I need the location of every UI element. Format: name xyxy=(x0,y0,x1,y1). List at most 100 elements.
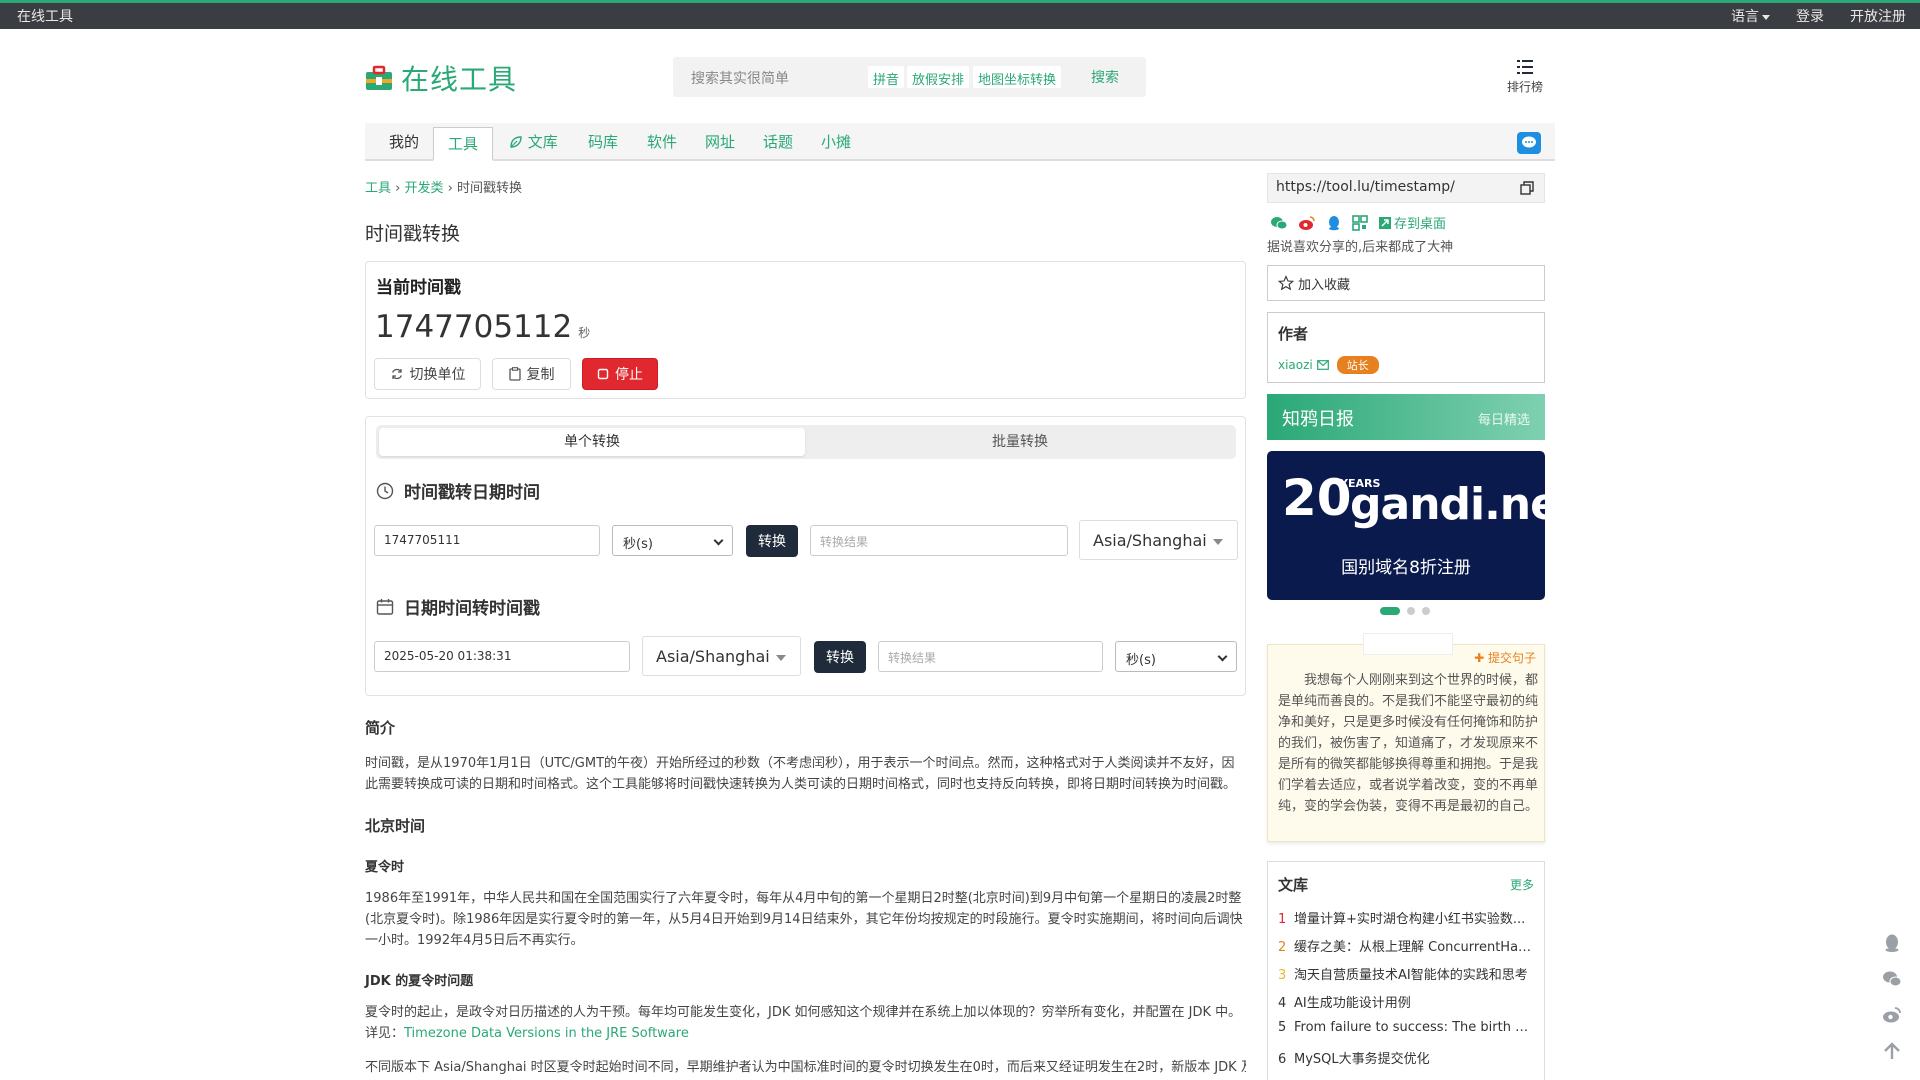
list-item-title: MySQL大事务提交优化 xyxy=(1294,1052,1430,1067)
dst-text: 1986年至1991年，中华人民共和国在全国范围实行了六年夏令时，每年从4月中旬… xyxy=(365,891,1243,948)
convert-mode-tabs: 单个转换 批量转换 xyxy=(376,425,1236,459)
author-name[interactable]: xiaozi xyxy=(1278,358,1313,372)
library-more-link[interactable]: 更多 xyxy=(1510,876,1534,893)
list-item[interactable]: 2 缓存之美：从根上理解 ConcurrentHas... xyxy=(1278,936,1533,955)
list-item[interactable]: 1 增量计算+实时湖仓构建小红书实验数... xyxy=(1278,908,1533,927)
gandi-ad-banner[interactable]: 20 YEARS gandi.net 国别域名8折注册 xyxy=(1267,451,1545,600)
list-item[interactable]: 4 AI生成功能设计用例 xyxy=(1278,992,1533,1011)
carousel-dot[interactable] xyxy=(1380,607,1400,615)
qq-icon[interactable] xyxy=(1326,215,1342,231)
quote-card: ✚ 提交句子 我想每个人刚刚来到这个世界的时候，都是单纯而善良的。不是我们不能坚… xyxy=(1267,633,1545,842)
ts-result-output[interactable]: 转换结果 xyxy=(810,525,1068,556)
author-badge: 站长 xyxy=(1336,356,1379,374)
ts-timezone-select[interactable]: Asia/Shanghai xyxy=(1079,520,1238,560)
date-timezone-select[interactable]: Asia/Shanghai xyxy=(642,636,801,676)
list-item-title: AI生成功能设计用例 xyxy=(1294,996,1411,1011)
chevron-down-icon xyxy=(713,535,724,546)
login-link[interactable]: 登录 xyxy=(1796,6,1824,26)
timestamp-input[interactable]: 1747705111 xyxy=(374,525,600,556)
tab-stall[interactable]: 小摊 xyxy=(821,131,851,152)
tab-code[interactable]: 码库 xyxy=(588,131,618,152)
ad-brand: gandi.net xyxy=(1350,479,1545,530)
list-item-title: 淘天自营质量技术AI智能体的实践和思考 xyxy=(1294,968,1528,983)
intro-heading: 简介 xyxy=(365,719,396,737)
rank-button[interactable]: 排行榜 xyxy=(1503,59,1547,95)
ts-to-date-title: 时间戳转日期时间 xyxy=(404,483,540,503)
tab-mine[interactable]: 我的 xyxy=(389,131,419,152)
list-item[interactable]: 3 淘天自营质量技术AI智能体的实践和思考 xyxy=(1278,964,1533,983)
language-label: 语言 xyxy=(1731,9,1759,25)
search-input[interactable]: 搜索其实很简单 xyxy=(691,68,789,88)
jdk-paragraph: 夏令时的起止，是政令对日历描述的人为干预。每年均可能发生变化，JDK 如何感知这… xyxy=(365,1002,1246,1044)
tab-single-convert[interactable]: 单个转换 xyxy=(379,428,805,456)
language-menu[interactable]: 语言 xyxy=(1731,6,1770,26)
refresh-icon xyxy=(391,368,402,380)
switch-unit-button[interactable]: 切换单位 xyxy=(374,358,481,390)
save-desktop-link[interactable]: 存到桌面 xyxy=(1378,213,1446,232)
current-timestamp-value: 1747705112 xyxy=(375,309,573,345)
tab-topics[interactable]: 话题 xyxy=(763,131,793,152)
chat-button[interactable] xyxy=(1517,132,1541,154)
date-convert-button[interactable]: 转换 xyxy=(814,641,866,673)
weibo-icon[interactable] xyxy=(1298,215,1316,231)
current-timestamp-display: 1747705112 秒 xyxy=(375,309,590,345)
site-logo[interactable]: 在线工具 xyxy=(365,58,517,98)
date-unit-select[interactable]: 秒(s) xyxy=(1115,641,1237,672)
date-to-ts-heading: 日期时间转时间戳 xyxy=(376,594,540,619)
breadcrumb-dev[interactable]: 开发类 xyxy=(404,181,443,196)
tab-sites[interactable]: 网址 xyxy=(705,131,735,152)
plus-icon: ✚ xyxy=(1474,651,1488,665)
list-item-number: 4 xyxy=(1278,996,1287,1011)
hot-link-holiday[interactable]: 放假安排 xyxy=(907,66,970,88)
hot-link-pinyin[interactable]: 拼音 xyxy=(868,66,905,88)
search-button[interactable]: 搜索 xyxy=(1091,67,1119,87)
breadcrumb-current: 时间戳转换 xyxy=(456,181,522,196)
switch-unit-label: 切换单位 xyxy=(409,367,466,383)
jdk-heading: JDK 的夏令时问题 xyxy=(365,974,474,989)
tab-tools[interactable]: 工具 xyxy=(433,127,494,161)
mail-icon[interactable] xyxy=(1316,360,1329,370)
carousel-dot[interactable] xyxy=(1407,607,1415,615)
add-favorite-button[interactable]: 加入收藏 xyxy=(1267,265,1545,301)
date-result-output[interactable]: 转换结果 xyxy=(878,641,1103,672)
ts-unit-select[interactable]: 秒(s) xyxy=(612,525,733,556)
external-link-icon xyxy=(1379,216,1391,229)
wechat-icon[interactable] xyxy=(1882,969,1902,989)
page-url-field[interactable]: https://tool.lu/timestamp/ xyxy=(1267,173,1545,203)
leaf-icon xyxy=(510,136,522,148)
search-box[interactable]: 搜索其实很简单 拼音 放假安排 地图坐标转换 搜索 xyxy=(673,57,1146,97)
list-item-title: 缓存之美：从根上理解 ConcurrentHas... xyxy=(1294,940,1533,955)
jdk-timezone-link[interactable]: Timezone Data Versions in the JRE Softwa… xyxy=(404,1026,689,1041)
breadcrumb-tools[interactable]: 工具 xyxy=(365,181,391,196)
author-heading: 作者 xyxy=(1278,325,1309,343)
stop-label: 停止 xyxy=(615,367,643,383)
list-item[interactable]: 6 MySQL大事务提交优化 xyxy=(1278,1048,1533,1067)
top-site-name[interactable]: 在线工具 xyxy=(17,6,73,26)
copy-button[interactable]: 复制 xyxy=(492,358,571,390)
ts-convert-button[interactable]: 转换 xyxy=(746,525,798,557)
register-link[interactable]: 开放注册 xyxy=(1850,6,1906,26)
breadcrumb: 工具 › 开发类 › 时间戳转换 xyxy=(365,181,522,196)
top-bar: 在线工具 语言 登录 开放注册 xyxy=(0,0,1920,29)
tab-batch-convert[interactable]: 批量转换 xyxy=(807,428,1233,456)
stop-button[interactable]: 停止 xyxy=(582,358,658,390)
hot-link-coordinate[interactable]: 地图坐标转换 xyxy=(973,66,1062,88)
carousel-dot[interactable] xyxy=(1422,607,1430,615)
quote-tab xyxy=(1363,633,1453,655)
tab-software[interactable]: 软件 xyxy=(647,131,677,152)
submit-quote-link[interactable]: ✚ 提交句子 xyxy=(1474,649,1536,666)
back-to-top-icon[interactable] xyxy=(1882,1041,1902,1061)
logo-text: 在线工具 xyxy=(401,63,518,96)
tab-library[interactable]: 文库 xyxy=(509,131,558,152)
ts-unit-value: 秒(s) xyxy=(623,537,653,552)
copy-icon[interactable] xyxy=(1520,181,1534,195)
list-icon xyxy=(1517,60,1533,74)
daily-banner[interactable]: 知鸦日报 每日精选 xyxy=(1267,394,1545,440)
list-item[interactable]: 5 From failure to success: The birth of G… xyxy=(1278,1020,1533,1035)
list-item-number: 1 xyxy=(1278,912,1287,927)
qq-icon[interactable] xyxy=(1882,933,1902,953)
qrcode-icon[interactable] xyxy=(1352,214,1368,231)
datetime-input[interactable]: 2025-05-20 01:38:31 xyxy=(374,641,630,672)
wechat-icon[interactable] xyxy=(1270,215,1288,231)
weibo-icon[interactable] xyxy=(1882,1005,1902,1025)
